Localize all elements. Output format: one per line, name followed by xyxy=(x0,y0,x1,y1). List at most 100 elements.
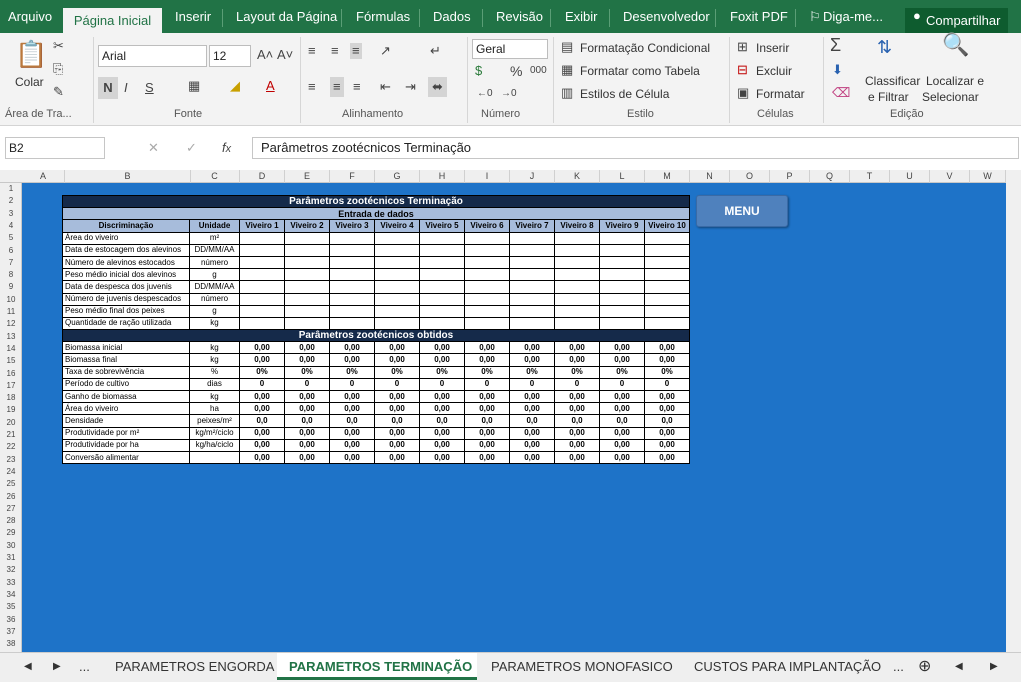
clear-icon[interactable]: ⌫ xyxy=(832,85,850,101)
output-value[interactable]: 0,00 xyxy=(329,438,375,452)
input-cell[interactable] xyxy=(509,231,555,245)
input-unit[interactable]: DD/MM/AA xyxy=(189,243,240,257)
header-viveiro[interactable]: Viveiro 8 xyxy=(554,219,600,233)
input-cell[interactable] xyxy=(284,243,330,257)
output-value[interactable]: 0,00 xyxy=(644,426,690,440)
row-header[interactable]: 34 xyxy=(0,590,22,599)
input-cell[interactable] xyxy=(374,292,420,306)
output-value[interactable]: 0% xyxy=(284,365,330,379)
output-unit[interactable]: kg xyxy=(189,341,240,355)
sheet-tab-engorda[interactable]: PARAMETROS ENGORDA xyxy=(115,659,274,674)
output-value[interactable]: 0,00 xyxy=(464,450,510,465)
output-value[interactable]: 0,00 xyxy=(239,426,285,440)
output-unit[interactable]: kg/m²/ciclo xyxy=(189,426,240,440)
column-header[interactable]: F xyxy=(330,170,375,183)
output-value[interactable]: 0,0 xyxy=(419,414,465,428)
output-value[interactable]: 0 xyxy=(374,377,420,392)
output-value[interactable]: 0,00 xyxy=(599,426,645,440)
input-cell[interactable] xyxy=(599,304,645,318)
input-cell[interactable] xyxy=(329,316,375,331)
row-header[interactable]: 30 xyxy=(0,541,22,550)
input-cell[interactable] xyxy=(419,255,465,270)
row-header[interactable]: 35 xyxy=(0,602,22,611)
output-value[interactable]: 0,0 xyxy=(329,414,375,428)
row-header[interactable]: 22 xyxy=(0,442,22,451)
italic-button[interactable]: I xyxy=(124,80,128,96)
output-value[interactable]: 0,00 xyxy=(374,353,420,367)
underline-button[interactable]: S xyxy=(145,80,154,96)
output-unit[interactable]: kg xyxy=(189,353,240,367)
input-cell[interactable] xyxy=(599,268,645,282)
header-viveiro[interactable]: Viveiro 6 xyxy=(464,219,510,233)
input-cell[interactable] xyxy=(419,280,465,294)
row-header[interactable]: 10 xyxy=(0,295,22,304)
cancel-icon[interactable]: ✕ xyxy=(148,140,159,156)
output-value[interactable]: 0 xyxy=(599,377,645,392)
input-cell[interactable] xyxy=(374,268,420,282)
output-value[interactable]: 0,00 xyxy=(239,341,285,355)
row-header[interactable]: 13 xyxy=(0,332,22,341)
input-cell[interactable] xyxy=(464,292,510,306)
grow-font-icon[interactable]: A˄ xyxy=(257,47,273,63)
currency-icon[interactable]: $ xyxy=(475,63,482,79)
paste-button[interactable]: Colar xyxy=(15,75,44,89)
input-cell[interactable] xyxy=(329,280,375,294)
output-value[interactable]: 0,00 xyxy=(464,389,510,404)
more-sheets-right[interactable]: ... xyxy=(893,659,904,674)
output-value[interactable]: 0,00 xyxy=(284,426,330,440)
input-cell[interactable] xyxy=(329,231,375,245)
input-cell[interactable] xyxy=(374,243,420,257)
output-value[interactable]: 0,00 xyxy=(329,450,375,465)
input-cell[interactable] xyxy=(419,243,465,257)
increase-decimal-icon[interactable]: ←0 xyxy=(477,86,493,102)
input-cell[interactable] xyxy=(509,292,555,306)
input-unit[interactable]: DD/MM/AA xyxy=(189,280,240,294)
input-cell[interactable] xyxy=(464,243,510,257)
output-value[interactable]: 0% xyxy=(239,365,285,379)
menu-button[interactable]: MENU xyxy=(696,195,788,227)
input-cell[interactable] xyxy=(644,231,690,245)
output-value[interactable]: 0,00 xyxy=(509,402,555,416)
borders-icon[interactable]: ▦ xyxy=(188,78,200,94)
input-cell[interactable] xyxy=(374,304,420,318)
output-value[interactable]: 0,00 xyxy=(464,353,510,367)
output-value[interactable]: 0,0 xyxy=(599,414,645,428)
input-cell[interactable] xyxy=(284,268,330,282)
output-value[interactable]: 0% xyxy=(644,365,690,379)
output-value[interactable]: 0% xyxy=(419,365,465,379)
output-label[interactable]: Produtividade por m² xyxy=(62,426,190,440)
input-cell[interactable] xyxy=(239,304,285,318)
table-title[interactable]: Parâmetros zootécnicos Terminação xyxy=(62,194,690,209)
row-header[interactable]: 19 xyxy=(0,405,22,414)
input-cell[interactable] xyxy=(509,243,555,257)
align-middle-icon[interactable]: ≡ xyxy=(331,43,339,59)
output-label[interactable]: Densidade xyxy=(62,414,190,428)
input-unit[interactable]: número xyxy=(189,255,240,270)
output-value[interactable]: 0,0 xyxy=(239,414,285,428)
tab-developer[interactable]: Desenvolvedor xyxy=(623,9,710,24)
column-header[interactable]: C xyxy=(190,170,240,183)
output-value[interactable]: 0,00 xyxy=(554,426,600,440)
output-value[interactable]: 0,00 xyxy=(284,389,330,404)
output-label[interactable]: Área do viveiro xyxy=(62,402,190,416)
row-header[interactable]: 36 xyxy=(0,615,22,624)
input-cell[interactable] xyxy=(239,292,285,306)
row-header[interactable]: 1 xyxy=(0,184,22,193)
row-header[interactable]: 9 xyxy=(0,282,22,291)
input-cell[interactable] xyxy=(644,268,690,282)
input-cell[interactable] xyxy=(554,292,600,306)
align-left-icon[interactable]: ≡ xyxy=(308,79,316,95)
output-value[interactable]: 0,00 xyxy=(329,426,375,440)
font-size-select[interactable]: 12 xyxy=(209,45,251,67)
output-value[interactable]: 0% xyxy=(554,365,600,379)
row-header[interactable]: 24 xyxy=(0,467,22,476)
shrink-font-icon[interactable]: A˅ xyxy=(277,47,293,63)
input-cell[interactable] xyxy=(284,304,330,318)
output-value[interactable]: 0,00 xyxy=(509,426,555,440)
output-value[interactable]: 0,00 xyxy=(554,389,600,404)
output-value[interactable]: 0 xyxy=(329,377,375,392)
input-cell[interactable] xyxy=(509,268,555,282)
tab-view[interactable]: Exibir xyxy=(565,9,598,24)
output-value[interactable]: 0,00 xyxy=(509,438,555,452)
row-header[interactable]: 37 xyxy=(0,627,22,636)
